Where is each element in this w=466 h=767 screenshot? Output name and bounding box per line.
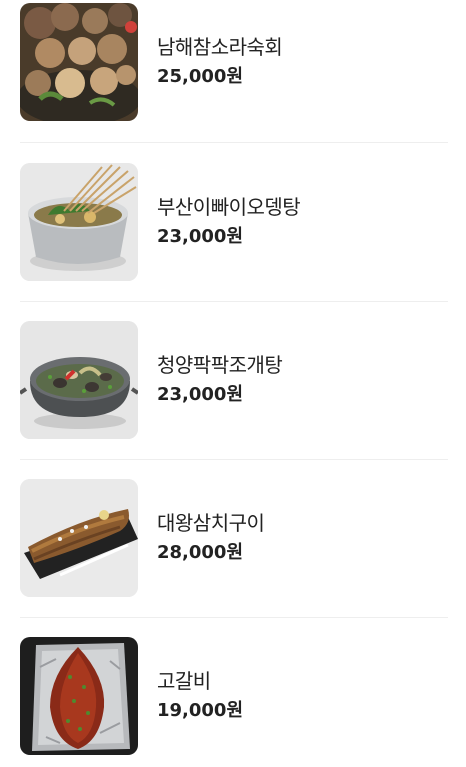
menu-item[interactable]: 남해참소라숙회 25,000원 [20,3,448,123]
menu-item-price: 25,000원 [157,66,244,87]
menu-item-name: 대왕삼치구이 [157,511,265,535]
fishcake-soup-pot-icon [20,163,138,281]
menu-item-info: 남해참소라숙회 25,000원 [157,35,283,88]
divider [20,617,448,618]
menu-item-name: 고갈비 [157,669,211,693]
menu-item-info: 대왕삼치구이 28,000원 [157,511,265,564]
menu-item[interactable]: 대왕삼치구이 28,000원 [20,479,448,599]
menu-item-name: 남해참소라숙회 [157,35,283,59]
menu-item-price: 23,000원 [157,226,244,247]
menu-list: 남해참소라숙회 25,000원 부산이빠이오뎅탕 23,000원 청양팍팍조개탕… [0,0,466,767]
divider [20,459,448,460]
menu-item-name: 청양팍팍조개탕 [157,353,283,377]
clam-soup-pot-icon [20,321,138,439]
conch-sashimi-dish-icon [20,3,138,121]
menu-item[interactable]: 부산이빠이오뎅탕 23,000원 [20,163,448,283]
divider [20,301,448,302]
menu-item[interactable]: 고갈비 19,000원 [20,637,448,757]
divider [20,142,448,143]
grilled-mackerel-icon [20,479,138,597]
menu-item-info: 부산이빠이오뎅탕 23,000원 [157,195,301,248]
menu-item-name: 부산이빠이오뎅탕 [157,195,301,219]
menu-item[interactable]: 청양팍팍조개탕 23,000원 [20,321,448,441]
grilled-mackerel-foil-icon [20,637,138,755]
menu-item-price: 23,000원 [157,384,244,405]
menu-item-info: 청양팍팍조개탕 23,000원 [157,353,283,406]
menu-item-price: 19,000원 [157,700,244,721]
menu-item-price: 28,000원 [157,542,244,563]
menu-item-info: 고갈비 19,000원 [157,669,243,722]
